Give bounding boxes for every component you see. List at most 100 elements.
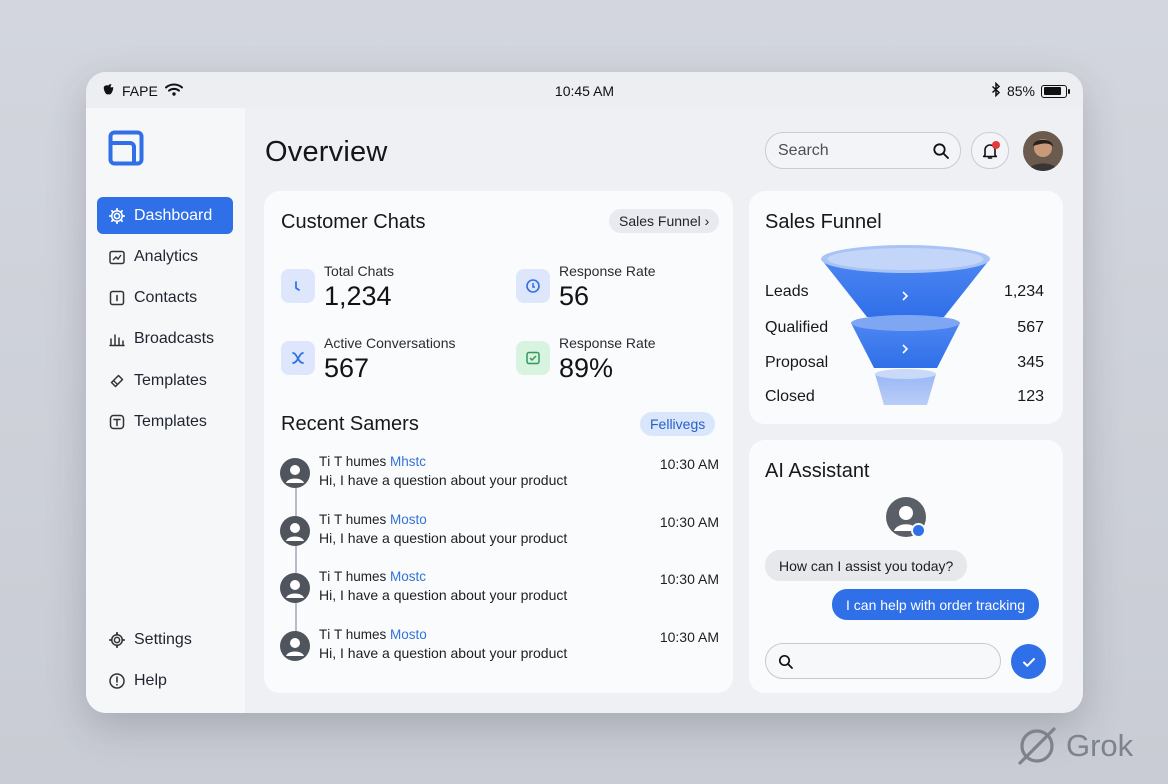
sender-tag: Mhstc — [390, 454, 427, 469]
notifications-button[interactable] — [971, 132, 1009, 169]
template-icon — [109, 414, 125, 430]
recent-filter-chip[interactable]: Fellivegs — [640, 412, 716, 436]
battery-level — [1043, 87, 1062, 95]
funnel-value: 123 — [1017, 388, 1044, 405]
bar-chart-icon — [109, 334, 125, 347]
timer-icon — [516, 269, 550, 303]
sidebar-item-dashboard[interactable]: Dashboard — [97, 197, 233, 234]
message-preview: Hi, I have a question about your product — [319, 472, 568, 488]
customer-chats-title: Customer Chats — [281, 211, 426, 233]
status-bar: FAPE 10:45 AM 85% — [86, 72, 1083, 108]
funnel-label: Leads — [765, 283, 809, 300]
sidebar-item-contacts[interactable]: Contacts — [97, 280, 233, 317]
sidebar-nav: Dashboard Analytics Contacts Broadcasts … — [97, 197, 233, 445]
sender-tag: Mostc — [390, 569, 427, 584]
stat-value: 1,234 — [324, 281, 392, 311]
stat-label: Total Chats — [324, 263, 395, 279]
bluetooth-icon — [991, 81, 1001, 100]
sidebar: Dashboard Analytics Contacts Broadcasts … — [86, 108, 245, 713]
search-placeholder: Search — [778, 141, 829, 159]
message-preview: Hi, I have a question about your product — [319, 530, 568, 546]
send-button[interactable] — [1011, 644, 1046, 679]
sidebar-item-broadcasts[interactable]: Broadcasts — [97, 321, 233, 358]
user-avatar[interactable] — [1023, 131, 1063, 171]
assistant-input-field[interactable] — [800, 652, 990, 672]
battery-percent: 85% — [1006, 83, 1035, 99]
sidebar-item-analytics[interactable]: Analytics — [97, 238, 233, 275]
app-logo-icon[interactable] — [108, 130, 144, 166]
stat-label: Response Rate — [559, 335, 656, 351]
stat-active-conversations: Active Conversations 567 — [281, 331, 481, 391]
stat-value: 567 — [324, 353, 370, 383]
sidebar-item-help[interactable]: Help — [97, 662, 233, 699]
avatar — [280, 458, 310, 488]
stat-value: 89% — [559, 353, 614, 383]
message-preview: Hi, I have a question about your product — [319, 587, 568, 603]
clock-icon — [281, 269, 315, 303]
recent-title: Recent Samers — [281, 413, 419, 435]
stat-value: 56 — [559, 281, 590, 311]
sidebar-item-templates-2[interactable]: Templates — [97, 403, 233, 440]
tablet-frame: FAPE 10:45 AM 85% Dashboard Analytics Co… — [86, 72, 1083, 713]
sales-funnel-title: Sales Funnel — [765, 211, 882, 233]
sidebar-bottom: Settings Help — [97, 621, 233, 704]
check-icon — [1022, 657, 1035, 667]
stat-label: Active Conversations — [324, 335, 456, 351]
list-item[interactable]: Tі T humes Mostc Hi, I have a question a… — [280, 569, 720, 609]
analytics-icon — [109, 250, 125, 265]
assistant-input[interactable] — [765, 643, 1001, 679]
funnel-row-leads: Leads 1,234 — [765, 283, 1044, 305]
sender-name: Tі T humes — [319, 512, 391, 527]
message-time: 10:30 AM — [659, 629, 719, 645]
sidebar-item-label: Templates — [134, 371, 207, 389]
message-sender: Tі T humes Mhstc — [319, 454, 426, 469]
funnel-label: Closed — [765, 388, 815, 405]
gear-icon — [108, 207, 126, 224]
avatar — [280, 573, 310, 603]
stat-response-rate: Response Rate 56 — [516, 259, 716, 319]
status-time: 10:45 AM — [554, 83, 615, 99]
list-item[interactable]: Tі T humes Mhstc Hi, I have a question a… — [280, 454, 720, 494]
funnel-row-qualified: Qualified 567 — [765, 319, 1044, 341]
sender-name: Tі T humes — [319, 454, 391, 469]
sidebar-item-label: Broadcasts — [134, 330, 215, 348]
message-preview: Hi, I have a question about your product — [319, 645, 568, 661]
search-icon[interactable] — [932, 142, 950, 160]
ai-assistant-card: AI Assistant How can I assist you today?… — [749, 440, 1063, 693]
funnel-value: 1,234 — [1003, 283, 1044, 300]
status-right: 85% — [991, 81, 1070, 100]
info-icon — [109, 673, 125, 689]
funnel-value: 345 — [1017, 354, 1044, 371]
message-sender: Tі T humes Mosto — [319, 512, 427, 527]
conversations-icon — [281, 341, 315, 375]
sender-tag: Mosto — [390, 512, 427, 527]
list-item[interactable]: Tі T humes Mosto Hi, I have a question a… — [280, 627, 720, 667]
verified-badge-icon — [911, 523, 926, 538]
funnel-label: Qualified — [765, 319, 829, 336]
sender-name: Tі T humes — [319, 569, 391, 584]
sidebar-item-label: Help — [134, 671, 167, 689]
sales-funnel-chip[interactable]: Sales Funnel › — [609, 209, 720, 233]
user-message: I can help with order tracking — [832, 589, 1039, 620]
grok-watermark: Grok — [1014, 722, 1160, 770]
grok-logo-icon — [1018, 727, 1056, 765]
funnel-label: Proposal — [765, 354, 829, 371]
sender-name: Tі T humes — [319, 627, 391, 642]
avatar — [280, 631, 310, 661]
watermark-label: Grok — [1066, 728, 1134, 763]
tag-icon — [110, 374, 124, 387]
avatar — [280, 516, 310, 546]
sidebar-item-settings[interactable]: Settings — [97, 621, 233, 658]
message-sender: Tі T humes Mosto — [319, 627, 427, 642]
search-input[interactable]: Search — [765, 132, 961, 169]
gear-icon — [108, 631, 126, 648]
assistant-message: How can I assist you today? — [765, 550, 968, 581]
message-time: 10:30 AM — [659, 514, 719, 530]
stat-label: Response Rate — [559, 263, 656, 279]
message-time: 10:30 AM — [659, 456, 719, 472]
notification-badge — [992, 141, 1000, 149]
sidebar-item-templates[interactable]: Templates — [97, 362, 233, 399]
sidebar-item-label: Dashboard — [134, 206, 213, 224]
ai-assistant-title: AI Assistant — [765, 460, 870, 482]
list-item[interactable]: Tі T humes Mosto Hi, I have a question a… — [280, 512, 720, 552]
